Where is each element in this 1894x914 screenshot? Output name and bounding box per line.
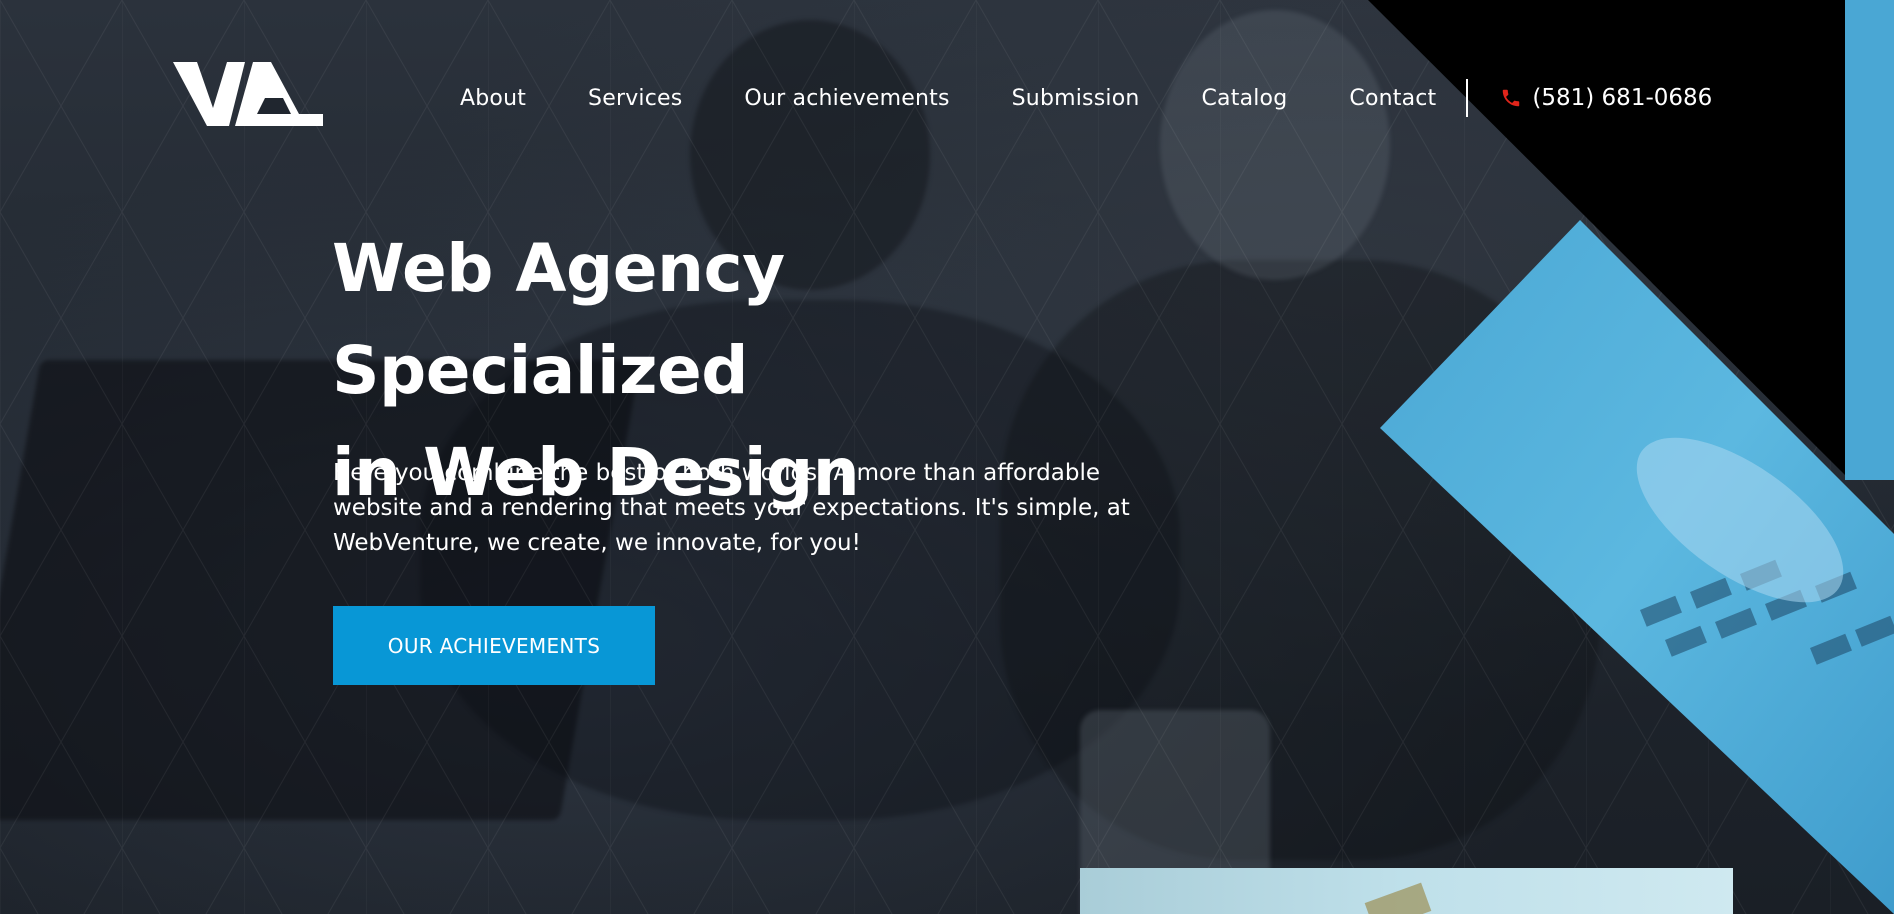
nav-catalog[interactable]: Catalog [1202, 86, 1288, 111]
phone-link[interactable]: (581) 681-0686 [1500, 85, 1712, 111]
hero-headline-line1: Web Agency Specialized [332, 230, 785, 409]
hero-section: WA About Services Our achievements Submi… [0, 0, 1894, 914]
nav-about[interactable]: About [460, 86, 526, 111]
nav-divider [1466, 79, 1469, 117]
main-nav: About Services Our achievements Submissi… [460, 78, 1712, 118]
hero-lead-text: Here you combine the best of both worlds… [333, 460, 1130, 556]
nav-contact[interactable]: Contact [1349, 86, 1436, 111]
brand-logo[interactable]: WA [173, 58, 325, 130]
nav-services[interactable]: Services [588, 86, 682, 111]
preview-card-detail [1364, 882, 1432, 914]
nav-submission[interactable]: Submission [1012, 86, 1140, 111]
preview-card-image [1080, 868, 1733, 914]
nav-our-achievements[interactable]: Our achievements [744, 86, 949, 111]
our-achievements-button[interactable]: OUR ACHIEVEMENTS [333, 606, 655, 685]
phone-icon [1503, 89, 1520, 107]
phone-number: (581) 681-0686 [1532, 85, 1713, 111]
